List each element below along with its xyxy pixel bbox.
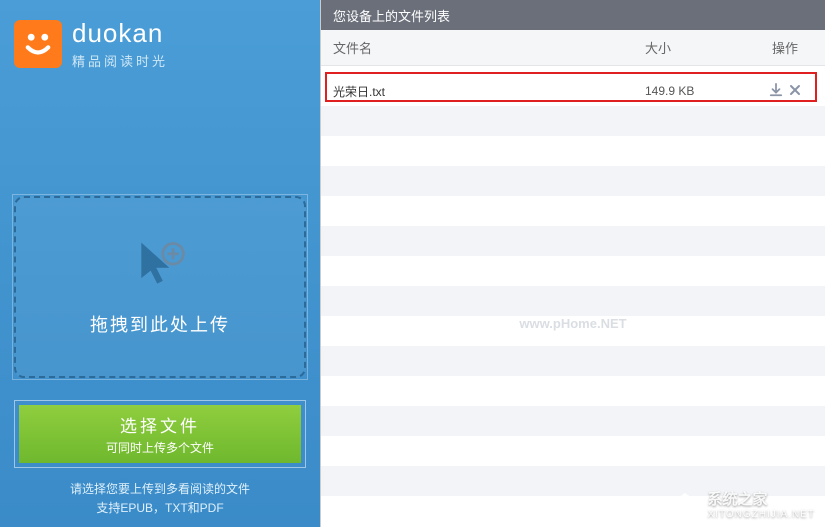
list-item: [321, 496, 825, 526]
list-item: [321, 256, 825, 286]
brand-subtitle: 精品阅读时光: [72, 51, 168, 70]
column-size: 大小: [645, 38, 745, 57]
brand-name: duokan: [72, 18, 168, 49]
file-name: 光荣日.txt: [321, 83, 645, 100]
select-file-subtitle: 可同时上传多个文件: [106, 439, 214, 456]
list-item: [321, 286, 825, 316]
file-list-header: 您设备上的文件列表: [321, 0, 825, 30]
upload-drop-zone[interactable]: 拖拽到此处上传: [14, 196, 306, 378]
delete-icon[interactable]: [789, 83, 801, 99]
brand-logo-icon: [14, 20, 62, 68]
list-item: [321, 106, 825, 136]
file-size: 149.9 KB: [645, 84, 745, 98]
select-file-title: 选择文件: [120, 412, 200, 437]
list-item: [321, 226, 825, 256]
list-item: [321, 316, 825, 346]
select-file-wrap: 选择文件 可同时上传多个文件: [14, 400, 306, 468]
list-item: [321, 406, 825, 436]
file-row[interactable]: 光荣日.txt 149.9 KB: [321, 76, 825, 106]
file-list: 光荣日.txt 149.9 KB www.pHome.NET: [321, 66, 825, 527]
list-item: [321, 136, 825, 166]
upload-hint: 请选择您要上传到多看阅读的文件 支持EPUB，TXT和PDF: [0, 480, 320, 518]
list-item: [321, 346, 825, 376]
column-op: 操作: [745, 38, 825, 57]
column-name: 文件名: [321, 38, 645, 57]
hint-line-2: 支持EPUB，TXT和PDF: [0, 499, 320, 518]
column-header-row: 文件名 大小 操作: [321, 30, 825, 66]
list-item: [321, 196, 825, 226]
list-item: [321, 376, 825, 406]
cursor-plus-icon: [132, 237, 188, 293]
hint-line-1: 请选择您要上传到多看阅读的文件: [0, 480, 320, 499]
download-icon[interactable]: [769, 83, 783, 100]
list-item: [321, 436, 825, 466]
select-file-button[interactable]: 选择文件 可同时上传多个文件: [19, 405, 301, 463]
list-item: [321, 466, 825, 496]
logo-area: duokan 精品阅读时光: [0, 18, 320, 70]
drop-zone-label: 拖拽到此处上传: [90, 311, 230, 337]
list-item: [321, 166, 825, 196]
main-panel: 您设备上的文件列表 文件名 大小 操作 光荣日.txt 149.9 KB: [320, 0, 825, 527]
sidebar: duokan 精品阅读时光 拖拽到此处上传 选择文件 可同时上传多个文件 请选择…: [0, 0, 320, 527]
